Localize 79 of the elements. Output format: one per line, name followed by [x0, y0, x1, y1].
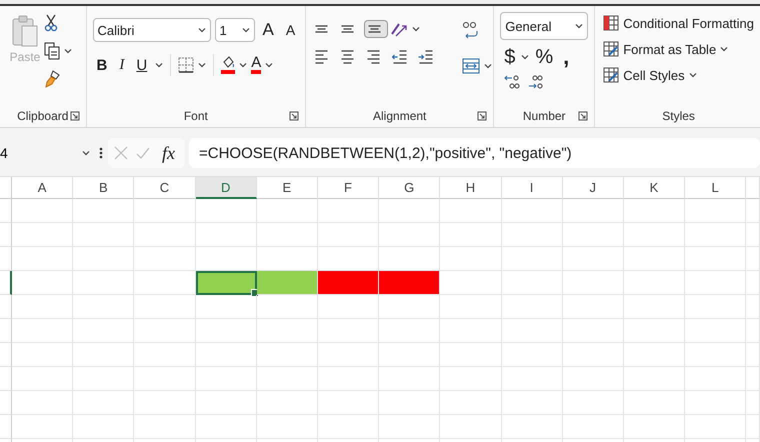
- group-label: Number: [522, 109, 566, 123]
- chevron-icon[interactable]: [412, 26, 420, 32]
- dialog-launcher-icon[interactable]: [578, 111, 588, 121]
- align-top-icon: [314, 25, 330, 33]
- number-format-field[interactable]: General: [500, 12, 588, 40]
- cancel-icon[interactable]: [114, 146, 128, 160]
- merge-center-icon[interactable]: [462, 58, 480, 74]
- column-header[interactable]: K: [624, 177, 686, 199]
- chevron-icon[interactable]: [64, 48, 72, 54]
- column-header[interactable]: F: [318, 177, 380, 199]
- styles-menu-button[interactable]: Cell Styles: [603, 64, 754, 86]
- shrink-font-button[interactable]: A: [282, 20, 300, 40]
- align-bottom-button[interactable]: [364, 20, 388, 38]
- table-icon: [603, 41, 620, 57]
- column-header[interactable]: G: [379, 177, 440, 199]
- align-bottom-icon: [367, 25, 382, 33]
- decrease-decimal-icon[interactable]: [528, 74, 544, 90]
- align-left-icon: [314, 50, 330, 64]
- align-indent-icon: [418, 50, 434, 64]
- align-outdent-icon: [392, 50, 408, 64]
- group-label: Alignment: [373, 109, 426, 123]
- chevron-icon[interactable]: [82, 150, 90, 156]
- column-header[interactable]: B: [73, 177, 134, 199]
- font-size-field[interactable]: 1: [214, 18, 255, 42]
- chevron-icon[interactable]: [484, 63, 492, 69]
- italic-button[interactable]: I: [115, 54, 128, 76]
- font-name-field[interactable]: Calibri: [92, 18, 211, 42]
- chevron-icon[interactable]: [688, 72, 697, 78]
- scissors-icon[interactable]: [44, 14, 58, 32]
- column-header[interactable]: J: [562, 177, 624, 199]
- fill-color-icon[interactable]: [221, 56, 236, 74]
- chevron-icon[interactable]: [155, 62, 164, 68]
- increase-decimal-icon[interactable]: [504, 74, 520, 90]
- grow-font-button[interactable]: A: [258, 18, 278, 42]
- more-options-icon[interactable]: [98, 146, 104, 160]
- select-all-button[interactable]: [0, 177, 12, 199]
- cell-styles-icon: [603, 67, 620, 83]
- dialog-launcher-icon[interactable]: [70, 111, 80, 121]
- chevron-icon[interactable]: [239, 62, 248, 68]
- column-header[interactable]: [746, 177, 760, 199]
- comma-style-button[interactable]: ,: [559, 44, 574, 70]
- chevron-icon[interactable]: [198, 62, 206, 68]
- table-cell[interactable]: [196, 271, 257, 295]
- bold-button[interactable]: B: [92, 54, 112, 76]
- styles-menu-button[interactable]: Format as Table: [603, 38, 754, 60]
- column-header[interactable]: I: [502, 177, 563, 199]
- group-label: Styles: [662, 109, 695, 123]
- format-painter-icon[interactable]: [44, 70, 60, 88]
- column-header[interactable]: E: [256, 177, 318, 199]
- column-header[interactable]: D: [196, 177, 257, 199]
- checkmark-icon[interactable]: [136, 146, 150, 160]
- dialog-launcher-icon[interactable]: [289, 111, 300, 121]
- styles-menu-button[interactable]: Conditional Formatting: [603, 12, 754, 34]
- dialog-launcher-icon[interactable]: [477, 111, 488, 121]
- name-box[interactable]: 4: [0, 145, 94, 161]
- align-middle-icon: [340, 25, 356, 33]
- percent-button[interactable]: %: [535, 46, 554, 68]
- column-header[interactable]: H: [440, 177, 502, 199]
- wrap-text-icon[interactable]: [462, 20, 478, 40]
- column-header[interactable]: A: [12, 177, 74, 199]
- font-color-button[interactable]: A: [251, 56, 262, 74]
- formula-field[interactable]: =CHOOSE(RANDBETWEEN(1,2),"positive", "negative"): [189, 138, 760, 168]
- group-label: Clipboard: [17, 109, 68, 123]
- group-label: Font: [184, 109, 208, 123]
- borders-icon[interactable]: [178, 57, 194, 73]
- align-center-icon: [340, 50, 356, 64]
- chevron-icon[interactable]: [198, 27, 206, 33]
- currency-button[interactable]: $: [504, 46, 516, 68]
- chevron-icon[interactable]: [720, 46, 728, 52]
- chevron-icon[interactable]: [521, 54, 530, 60]
- chevron-icon[interactable]: [265, 62, 274, 68]
- conditional-formatting-icon: [603, 15, 620, 31]
- chevron-icon[interactable]: [575, 23, 584, 29]
- chevron-icon[interactable]: [242, 27, 250, 33]
- clipboard-icon: [11, 14, 39, 48]
- column-header[interactable]: L: [685, 177, 746, 199]
- align-right-icon: [366, 50, 382, 64]
- copy-icon[interactable]: [44, 42, 60, 60]
- underline-button[interactable]: U: [132, 54, 152, 76]
